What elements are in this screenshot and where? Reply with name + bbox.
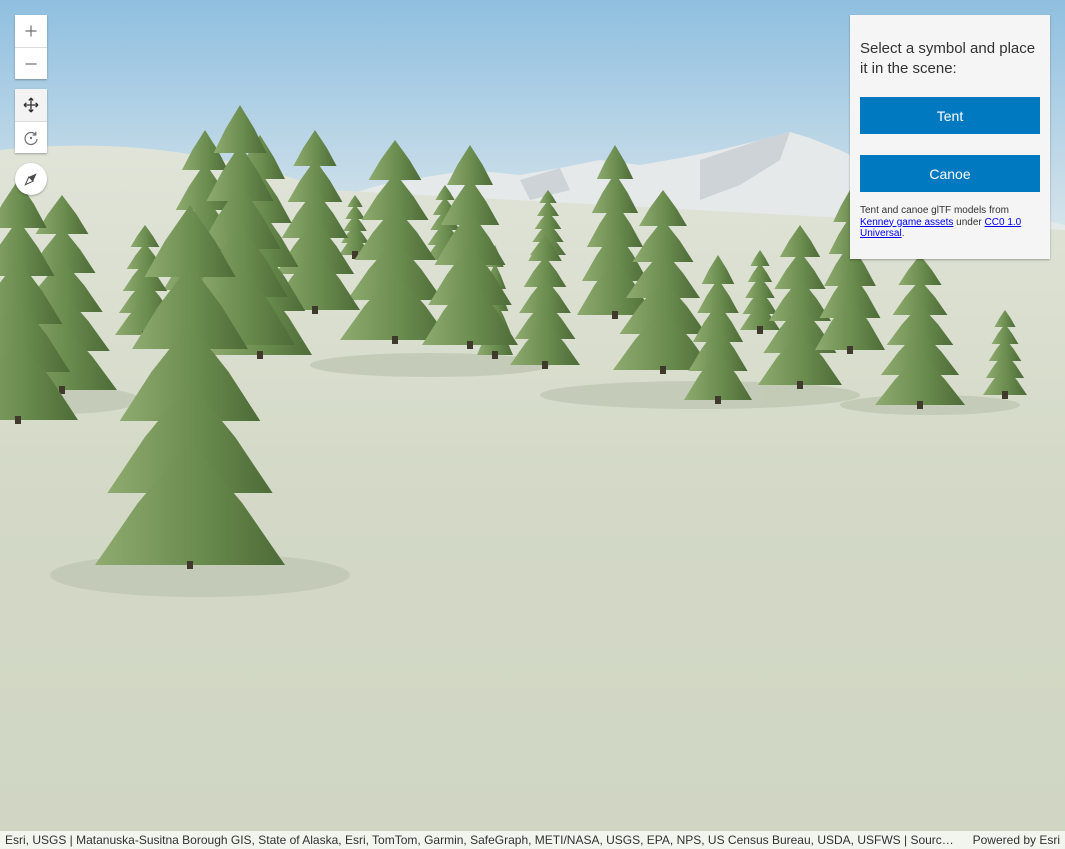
attribution-sources[interactable]: Esri, USGS | Matanuska-Susitna Borough G…	[5, 831, 957, 849]
tree-trunk	[757, 326, 763, 334]
tree-trunk	[660, 366, 666, 374]
tree-trunk	[467, 341, 473, 349]
tree-trunk	[1002, 391, 1008, 399]
canoe-button[interactable]: Canoe	[860, 155, 1040, 192]
tree-trunk	[917, 401, 923, 409]
pan-mode-button[interactable]	[15, 89, 47, 121]
zoom-out-button[interactable]	[15, 47, 47, 79]
tree-trunk	[15, 416, 21, 424]
esri-link[interactable]: Esri	[1039, 833, 1060, 847]
powered-by: Powered by Esri	[973, 831, 1060, 849]
tree-trunk	[257, 351, 263, 359]
credit-middle: under	[953, 216, 985, 228]
tree-trunk	[542, 361, 548, 369]
panel-title: Select a symbol and place it in the scen…	[860, 40, 1036, 77]
tree-trunk	[392, 336, 398, 344]
tree-trunk	[492, 351, 498, 359]
rotate-mode-button[interactable]	[15, 121, 47, 153]
powered-by-prefix: Powered by	[972, 833, 1040, 847]
tree-trunk	[187, 561, 193, 569]
credit-suffix: .	[901, 228, 905, 239]
tree-trunk	[312, 306, 318, 314]
attribution-bar: Esri, USGS | Matanuska-Susitna Borough G…	[0, 831, 1065, 849]
model-credit: Tent and canoe glTF models from Kenney g…	[860, 205, 1040, 240]
zoom-controls	[15, 15, 47, 79]
kenney-link[interactable]: Kenney game assets	[860, 217, 953, 228]
pan-icon	[23, 97, 39, 113]
compass-icon	[24, 173, 37, 186]
plus-icon	[25, 25, 37, 37]
compass-button[interactable]	[15, 163, 47, 195]
rotate-icon	[24, 131, 38, 145]
tree-trunk	[797, 381, 803, 389]
tree-trunk	[715, 396, 721, 404]
tree-trunk	[612, 311, 618, 319]
tree-trunk	[847, 346, 853, 354]
credit-prefix: Tent and canoe glTF models from	[860, 205, 1009, 216]
zoom-in-button[interactable]	[15, 15, 47, 47]
tent-button[interactable]: Tent	[860, 97, 1040, 134]
minus-icon	[25, 62, 37, 65]
symbol-panel: Select a symbol and place it in the scen…	[850, 15, 1050, 259]
navigation-toggle	[15, 89, 47, 153]
